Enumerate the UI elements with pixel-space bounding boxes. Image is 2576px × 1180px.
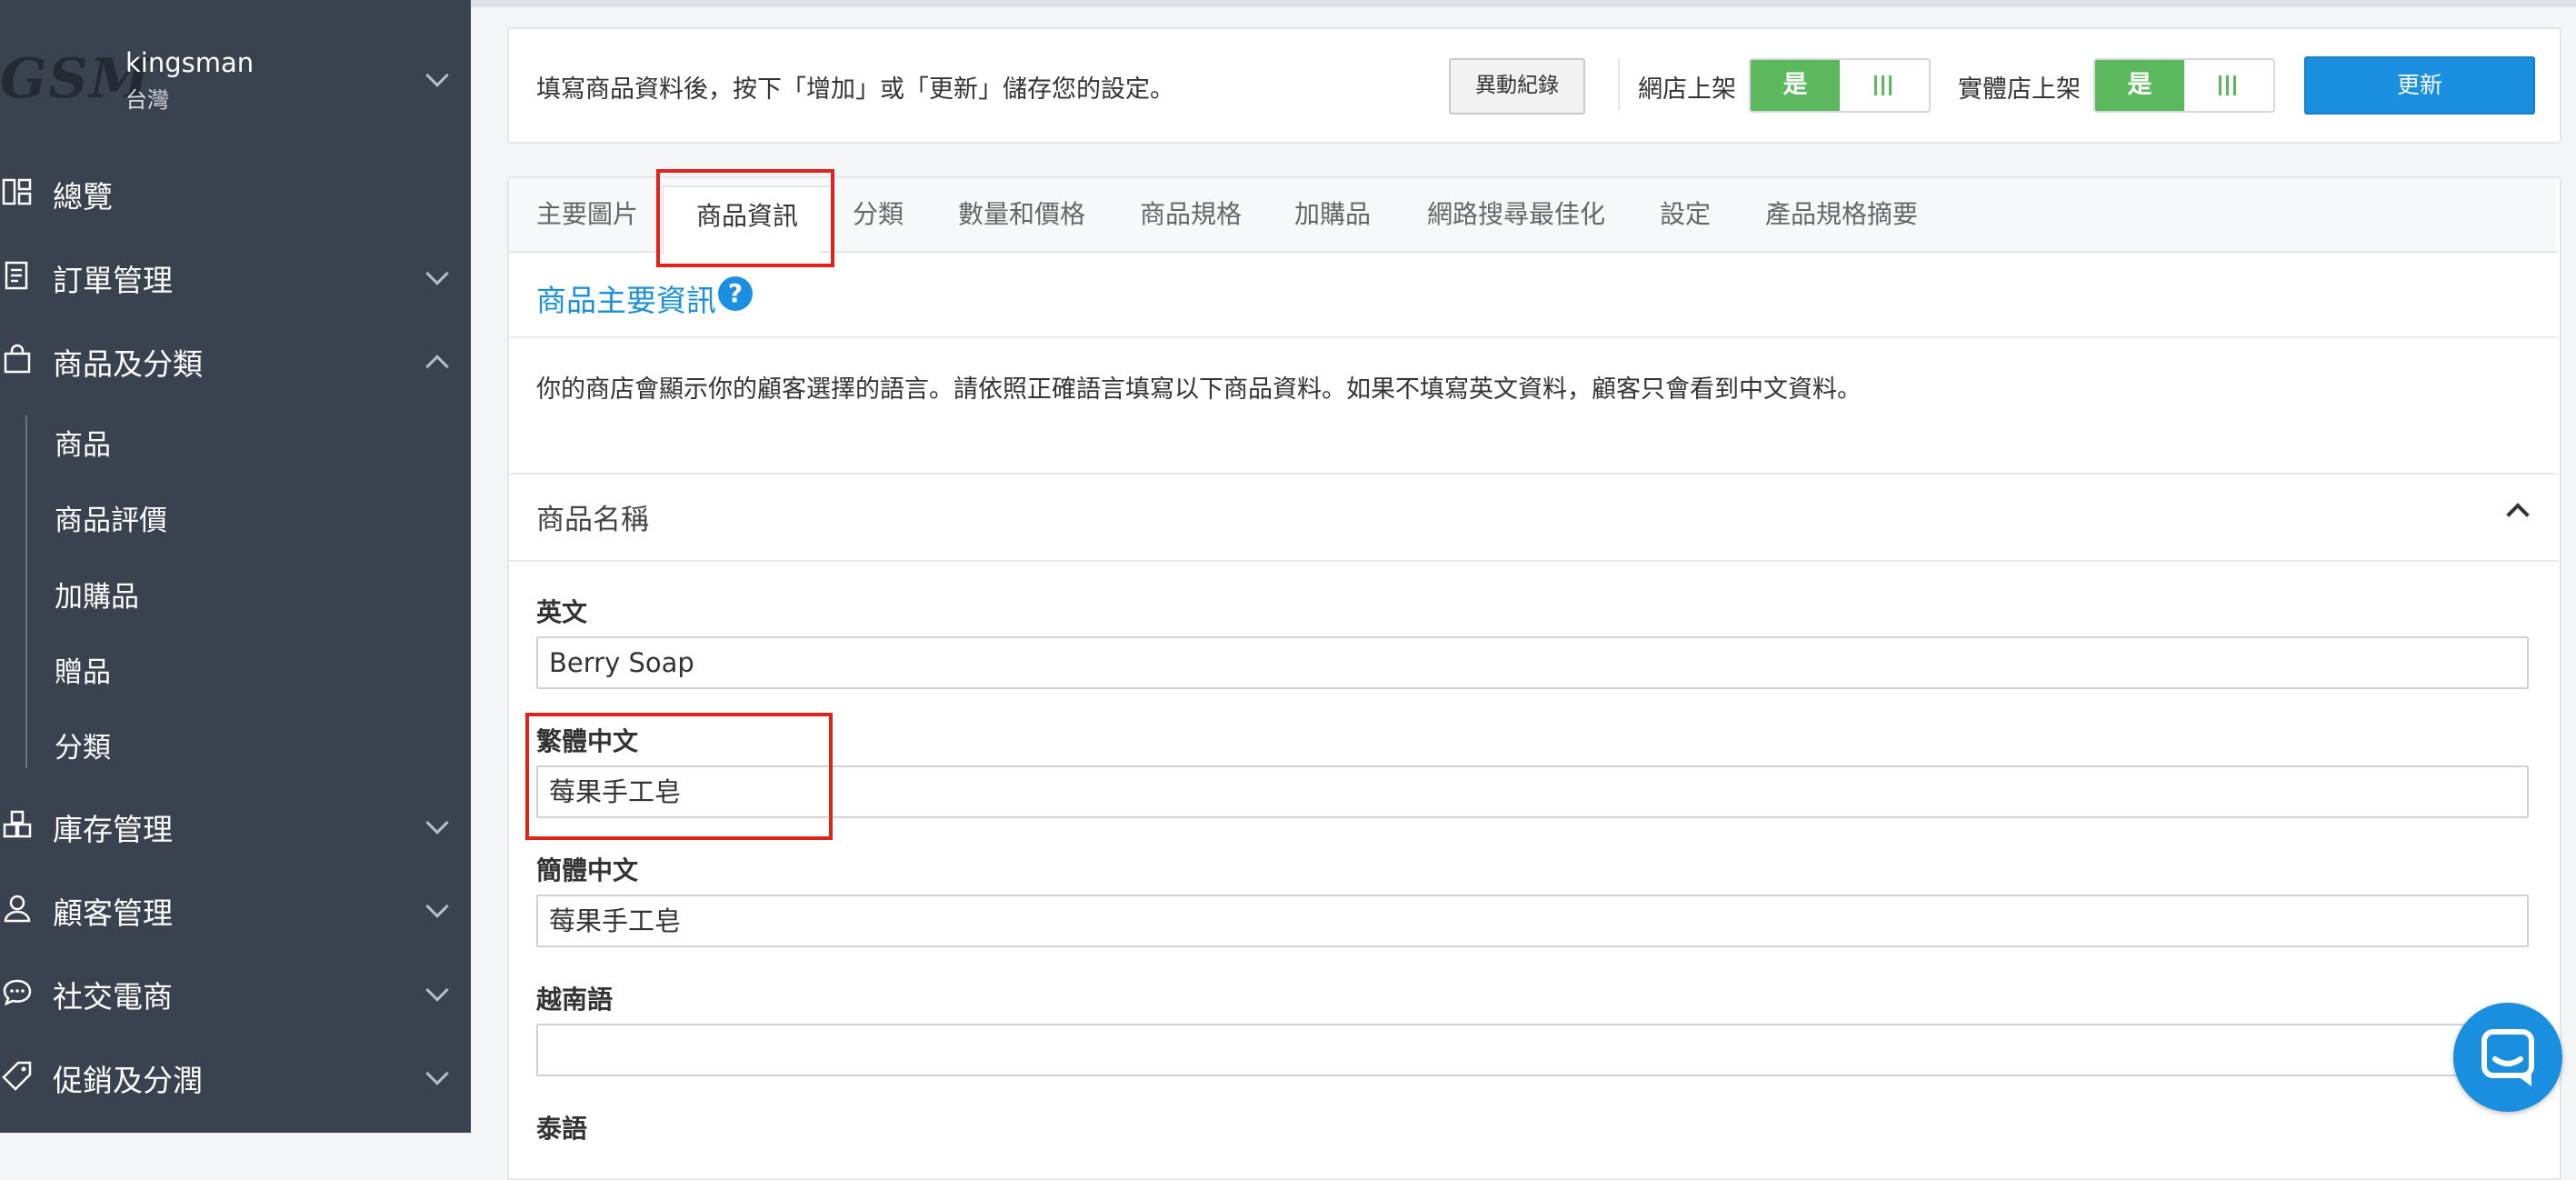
account-region: 台灣 <box>125 87 169 113</box>
top-shadow <box>471 0 2576 7</box>
physical-store-label: 實體店上架 <box>1958 75 2081 104</box>
chat-launcher-button[interactable] <box>2453 1003 2562 1112</box>
user-icon <box>4 895 31 923</box>
boxes-icon <box>3 810 32 838</box>
sidebar-subitem-gifts[interactable]: 贈品 <box>55 649 111 690</box>
toggle-grip-icon <box>2219 75 2237 95</box>
sidebar: GSM kingsman 台灣 總覽 訂單管理 商品及分類 商品 商品評價 加購… <box>0 0 471 1133</box>
field-label-simplified-chinese: 簡體中文 <box>536 855 639 885</box>
sidebar-item-inventory[interactable]: 庫存管理 <box>0 796 471 860</box>
chevron-down-icon <box>425 64 449 87</box>
sidebar-item-label: 訂單管理 <box>53 263 173 298</box>
dashboard-icon <box>2 178 32 205</box>
sidebar-subitem-categories[interactable]: 分類 <box>55 725 111 765</box>
highlight-box-tab <box>656 169 834 267</box>
save-notice: 填寫商品資料後，按下「增加」或「更新」儲存您的設定。 <box>536 75 1174 104</box>
online-store-toggle[interactable]: 是 <box>1749 58 1931 113</box>
sidebar-subitem-products[interactable]: 商品 <box>55 422 111 463</box>
tab-spec-summary[interactable]: 產品規格摘要 <box>1765 176 1918 253</box>
chevron-down-icon <box>425 262 449 285</box>
tab-quantity-price[interactable]: 數量和價格 <box>958 176 1085 253</box>
toggle-on-label: 是 <box>1751 60 1840 111</box>
tag-icon <box>2 1061 32 1091</box>
chat-icon <box>2481 1029 2534 1086</box>
field-label-vietnamese: 越南語 <box>536 985 614 1015</box>
change-log-button[interactable]: 異動紀錄 <box>1449 58 1585 115</box>
tab-specifications[interactable]: 商品規格 <box>1140 176 1242 253</box>
sidebar-item-label: 社交電商 <box>53 979 173 1015</box>
receipt-icon <box>5 261 28 290</box>
account-name: kingsman <box>125 47 255 78</box>
chat-bubble-icon <box>3 979 32 1006</box>
update-button[interactable]: 更新 <box>2304 56 2535 115</box>
toggle-grip-icon <box>1874 75 1892 95</box>
subsection-divider-top <box>509 473 2558 475</box>
language-description: 你的商店會顯示你的顧客選擇的語言。請依照正確語言填寫以下商品資料。如果不填寫英文… <box>536 375 1862 404</box>
chevron-up-icon <box>425 355 449 378</box>
tab-seo[interactable]: 網路搜尋最佳化 <box>1427 176 1605 253</box>
online-store-label: 網店上架 <box>1638 75 1736 104</box>
sidebar-item-label: 促銷及分潤 <box>53 1063 203 1098</box>
section-title: 商品主要資訊 <box>536 283 716 318</box>
shopping-bag-icon <box>4 344 31 374</box>
highlight-box-field <box>525 713 833 840</box>
tab-addons[interactable]: 加購品 <box>1294 176 1371 253</box>
chevron-down-icon <box>425 1062 449 1085</box>
product-name-heading: 商品名稱 <box>536 504 649 536</box>
field-label-english: 英文 <box>536 597 588 627</box>
sidebar-subitem-reviews[interactable]: 商品評價 <box>55 497 167 538</box>
sidebar-item-label: 商品及分類 <box>53 346 203 382</box>
submenu-rail <box>25 415 27 768</box>
chevron-down-icon <box>425 895 449 918</box>
vietnamese-name-input[interactable] <box>536 1024 2529 1076</box>
sidebar-item-products[interactable]: 商品及分類 <box>0 331 471 395</box>
sidebar-item-label: 總覽 <box>53 179 113 215</box>
toggle-on-label: 是 <box>2095 60 2184 111</box>
account-switcher[interactable]: GSM kingsman 台灣 <box>0 31 471 122</box>
sidebar-item-promotions[interactable]: 促銷及分潤 <box>0 1047 471 1111</box>
field-label-thai: 泰語 <box>536 1114 588 1144</box>
sidebar-item-social[interactable]: 社交電商 <box>0 964 471 1027</box>
section-divider <box>509 336 2558 338</box>
english-name-input[interactable]: Berry Soap <box>536 636 2529 689</box>
tab-settings[interactable]: 設定 <box>1660 176 1711 253</box>
physical-store-toggle[interactable]: 是 <box>2093 58 2275 113</box>
tab-main-images[interactable]: 主要圖片 <box>536 176 638 253</box>
divider <box>1618 58 1620 111</box>
sidebar-item-overview[interactable]: 總覽 <box>0 164 471 227</box>
tab-categories[interactable]: 分類 <box>853 176 904 253</box>
sidebar-item-label: 庫存管理 <box>53 812 173 847</box>
help-icon[interactable]: ? <box>718 276 753 311</box>
chevron-down-icon <box>425 811 449 835</box>
chevron-down-icon <box>425 978 449 1002</box>
sidebar-item-customers[interactable]: 顧客管理 <box>0 880 471 944</box>
subsection-divider <box>509 560 2558 562</box>
sidebar-item-orders[interactable]: 訂單管理 <box>0 247 471 311</box>
sidebar-subitem-addons[interactable]: 加購品 <box>55 574 139 615</box>
sidebar-item-label: 顧客管理 <box>53 895 173 931</box>
traditional-chinese-name-input[interactable]: 莓果手工皂 <box>536 765 2529 818</box>
simplified-chinese-name-input[interactable]: 莓果手工皂 <box>536 895 2529 947</box>
